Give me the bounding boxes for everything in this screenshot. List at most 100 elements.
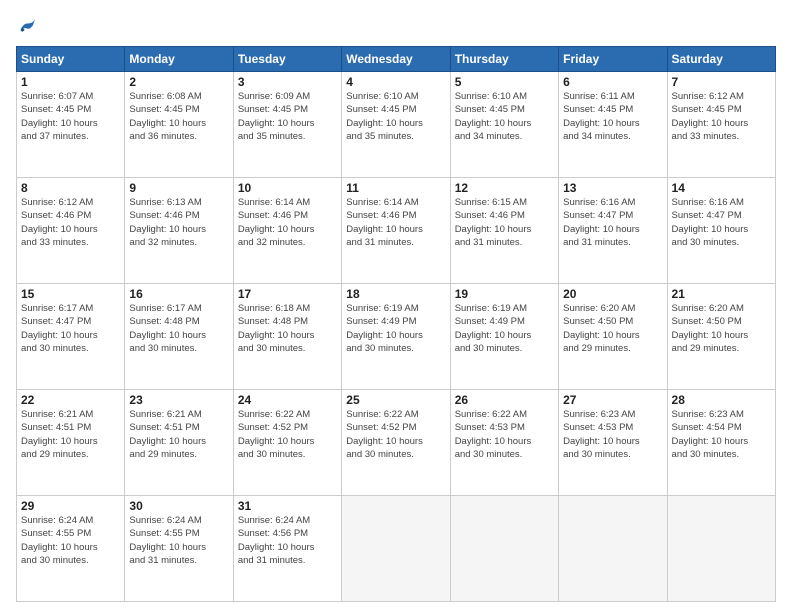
calendar-cell: 20Sunrise: 6:20 AMSunset: 4:50 PMDayligh…: [559, 284, 667, 390]
logo-bird-icon: [18, 16, 38, 36]
day-info: Sunrise: 6:20 AMSunset: 4:50 PMDaylight:…: [563, 302, 662, 355]
day-number: 11: [346, 181, 445, 195]
day-info: Sunrise: 6:12 AMSunset: 4:46 PMDaylight:…: [21, 196, 120, 249]
day-info: Sunrise: 6:19 AMSunset: 4:49 PMDaylight:…: [455, 302, 554, 355]
day-number: 28: [672, 393, 771, 407]
day-number: 22: [21, 393, 120, 407]
calendar-cell: 3Sunrise: 6:09 AMSunset: 4:45 PMDaylight…: [233, 72, 341, 178]
calendar-cell: 27Sunrise: 6:23 AMSunset: 4:53 PMDayligh…: [559, 390, 667, 496]
day-info: Sunrise: 6:22 AMSunset: 4:53 PMDaylight:…: [455, 408, 554, 461]
day-number: 29: [21, 499, 120, 513]
calendar-cell: 4Sunrise: 6:10 AMSunset: 4:45 PMDaylight…: [342, 72, 450, 178]
calendar-cell: 22Sunrise: 6:21 AMSunset: 4:51 PMDayligh…: [17, 390, 125, 496]
calendar-week-row: 15Sunrise: 6:17 AMSunset: 4:47 PMDayligh…: [17, 284, 776, 390]
day-info: Sunrise: 6:24 AMSunset: 4:56 PMDaylight:…: [238, 514, 337, 567]
calendar-cell: 30Sunrise: 6:24 AMSunset: 4:55 PMDayligh…: [125, 496, 233, 602]
logo: [16, 16, 38, 36]
calendar-week-row: 8Sunrise: 6:12 AMSunset: 4:46 PMDaylight…: [17, 178, 776, 284]
day-info: Sunrise: 6:23 AMSunset: 4:53 PMDaylight:…: [563, 408, 662, 461]
calendar-table: SundayMondayTuesdayWednesdayThursdayFrid…: [16, 46, 776, 602]
day-info: Sunrise: 6:12 AMSunset: 4:45 PMDaylight:…: [672, 90, 771, 143]
calendar-cell: 15Sunrise: 6:17 AMSunset: 4:47 PMDayligh…: [17, 284, 125, 390]
calendar-cell: 19Sunrise: 6:19 AMSunset: 4:49 PMDayligh…: [450, 284, 558, 390]
day-info: Sunrise: 6:20 AMSunset: 4:50 PMDaylight:…: [672, 302, 771, 355]
day-number: 8: [21, 181, 120, 195]
day-info: Sunrise: 6:07 AMSunset: 4:45 PMDaylight:…: [21, 90, 120, 143]
calendar-header-wednesday: Wednesday: [342, 47, 450, 72]
calendar-cell: 18Sunrise: 6:19 AMSunset: 4:49 PMDayligh…: [342, 284, 450, 390]
calendar-cell: 13Sunrise: 6:16 AMSunset: 4:47 PMDayligh…: [559, 178, 667, 284]
calendar-cell: 7Sunrise: 6:12 AMSunset: 4:45 PMDaylight…: [667, 72, 775, 178]
calendar-header-sunday: Sunday: [17, 47, 125, 72]
calendar-cell: [342, 496, 450, 602]
day-info: Sunrise: 6:21 AMSunset: 4:51 PMDaylight:…: [129, 408, 228, 461]
day-info: Sunrise: 6:18 AMSunset: 4:48 PMDaylight:…: [238, 302, 337, 355]
day-number: 6: [563, 75, 662, 89]
calendar-header-saturday: Saturday: [667, 47, 775, 72]
calendar-week-row: 22Sunrise: 6:21 AMSunset: 4:51 PMDayligh…: [17, 390, 776, 496]
calendar-cell: [450, 496, 558, 602]
day-info: Sunrise: 6:16 AMSunset: 4:47 PMDaylight:…: [563, 196, 662, 249]
day-info: Sunrise: 6:19 AMSunset: 4:49 PMDaylight:…: [346, 302, 445, 355]
calendar-cell: [559, 496, 667, 602]
day-number: 4: [346, 75, 445, 89]
calendar-cell: [667, 496, 775, 602]
day-number: 26: [455, 393, 554, 407]
calendar-cell: 25Sunrise: 6:22 AMSunset: 4:52 PMDayligh…: [342, 390, 450, 496]
calendar-header-row: SundayMondayTuesdayWednesdayThursdayFrid…: [17, 47, 776, 72]
day-number: 30: [129, 499, 228, 513]
day-number: 18: [346, 287, 445, 301]
calendar-header-monday: Monday: [125, 47, 233, 72]
day-number: 15: [21, 287, 120, 301]
calendar-cell: 21Sunrise: 6:20 AMSunset: 4:50 PMDayligh…: [667, 284, 775, 390]
day-info: Sunrise: 6:17 AMSunset: 4:48 PMDaylight:…: [129, 302, 228, 355]
day-info: Sunrise: 6:09 AMSunset: 4:45 PMDaylight:…: [238, 90, 337, 143]
calendar-cell: 5Sunrise: 6:10 AMSunset: 4:45 PMDaylight…: [450, 72, 558, 178]
day-number: 14: [672, 181, 771, 195]
day-info: Sunrise: 6:13 AMSunset: 4:46 PMDaylight:…: [129, 196, 228, 249]
day-info: Sunrise: 6:10 AMSunset: 4:45 PMDaylight:…: [455, 90, 554, 143]
main-container: SundayMondayTuesdayWednesdayThursdayFrid…: [0, 0, 792, 612]
day-info: Sunrise: 6:14 AMSunset: 4:46 PMDaylight:…: [346, 196, 445, 249]
day-number: 21: [672, 287, 771, 301]
calendar-cell: 2Sunrise: 6:08 AMSunset: 4:45 PMDaylight…: [125, 72, 233, 178]
day-info: Sunrise: 6:17 AMSunset: 4:47 PMDaylight:…: [21, 302, 120, 355]
day-number: 20: [563, 287, 662, 301]
day-info: Sunrise: 6:21 AMSunset: 4:51 PMDaylight:…: [21, 408, 120, 461]
day-number: 17: [238, 287, 337, 301]
calendar-cell: 8Sunrise: 6:12 AMSunset: 4:46 PMDaylight…: [17, 178, 125, 284]
calendar-header-tuesday: Tuesday: [233, 47, 341, 72]
day-number: 13: [563, 181, 662, 195]
day-number: 23: [129, 393, 228, 407]
day-number: 27: [563, 393, 662, 407]
day-number: 7: [672, 75, 771, 89]
calendar-week-row: 1Sunrise: 6:07 AMSunset: 4:45 PMDaylight…: [17, 72, 776, 178]
day-info: Sunrise: 6:11 AMSunset: 4:45 PMDaylight:…: [563, 90, 662, 143]
calendar-cell: 26Sunrise: 6:22 AMSunset: 4:53 PMDayligh…: [450, 390, 558, 496]
calendar-cell: 1Sunrise: 6:07 AMSunset: 4:45 PMDaylight…: [17, 72, 125, 178]
header: [16, 16, 776, 36]
day-info: Sunrise: 6:16 AMSunset: 4:47 PMDaylight:…: [672, 196, 771, 249]
day-info: Sunrise: 6:15 AMSunset: 4:46 PMDaylight:…: [455, 196, 554, 249]
calendar-cell: 31Sunrise: 6:24 AMSunset: 4:56 PMDayligh…: [233, 496, 341, 602]
calendar-cell: 12Sunrise: 6:15 AMSunset: 4:46 PMDayligh…: [450, 178, 558, 284]
day-info: Sunrise: 6:08 AMSunset: 4:45 PMDaylight:…: [129, 90, 228, 143]
day-number: 9: [129, 181, 228, 195]
day-number: 10: [238, 181, 337, 195]
day-info: Sunrise: 6:22 AMSunset: 4:52 PMDaylight:…: [238, 408, 337, 461]
day-info: Sunrise: 6:23 AMSunset: 4:54 PMDaylight:…: [672, 408, 771, 461]
day-number: 12: [455, 181, 554, 195]
day-info: Sunrise: 6:22 AMSunset: 4:52 PMDaylight:…: [346, 408, 445, 461]
day-info: Sunrise: 6:10 AMSunset: 4:45 PMDaylight:…: [346, 90, 445, 143]
calendar-cell: 9Sunrise: 6:13 AMSunset: 4:46 PMDaylight…: [125, 178, 233, 284]
calendar-week-row: 29 Sunrise: 6:24 AMSunset: 4:55 PMDayligh…: [17, 496, 776, 602]
day-info: Sunrise: 6:24 AMSunset: 4:55 PMDaylight:…: [129, 514, 228, 567]
calendar-header-thursday: Thursday: [450, 47, 558, 72]
day-number: 1: [21, 75, 120, 89]
day-number: 24: [238, 393, 337, 407]
day-number: 25: [346, 393, 445, 407]
calendar-cell: 23Sunrise: 6:21 AMSunset: 4:51 PMDayligh…: [125, 390, 233, 496]
calendar-cell: 11Sunrise: 6:14 AMSunset: 4:46 PMDayligh…: [342, 178, 450, 284]
day-number: 31: [238, 499, 337, 513]
calendar-cell: 10Sunrise: 6:14 AMSunset: 4:46 PMDayligh…: [233, 178, 341, 284]
